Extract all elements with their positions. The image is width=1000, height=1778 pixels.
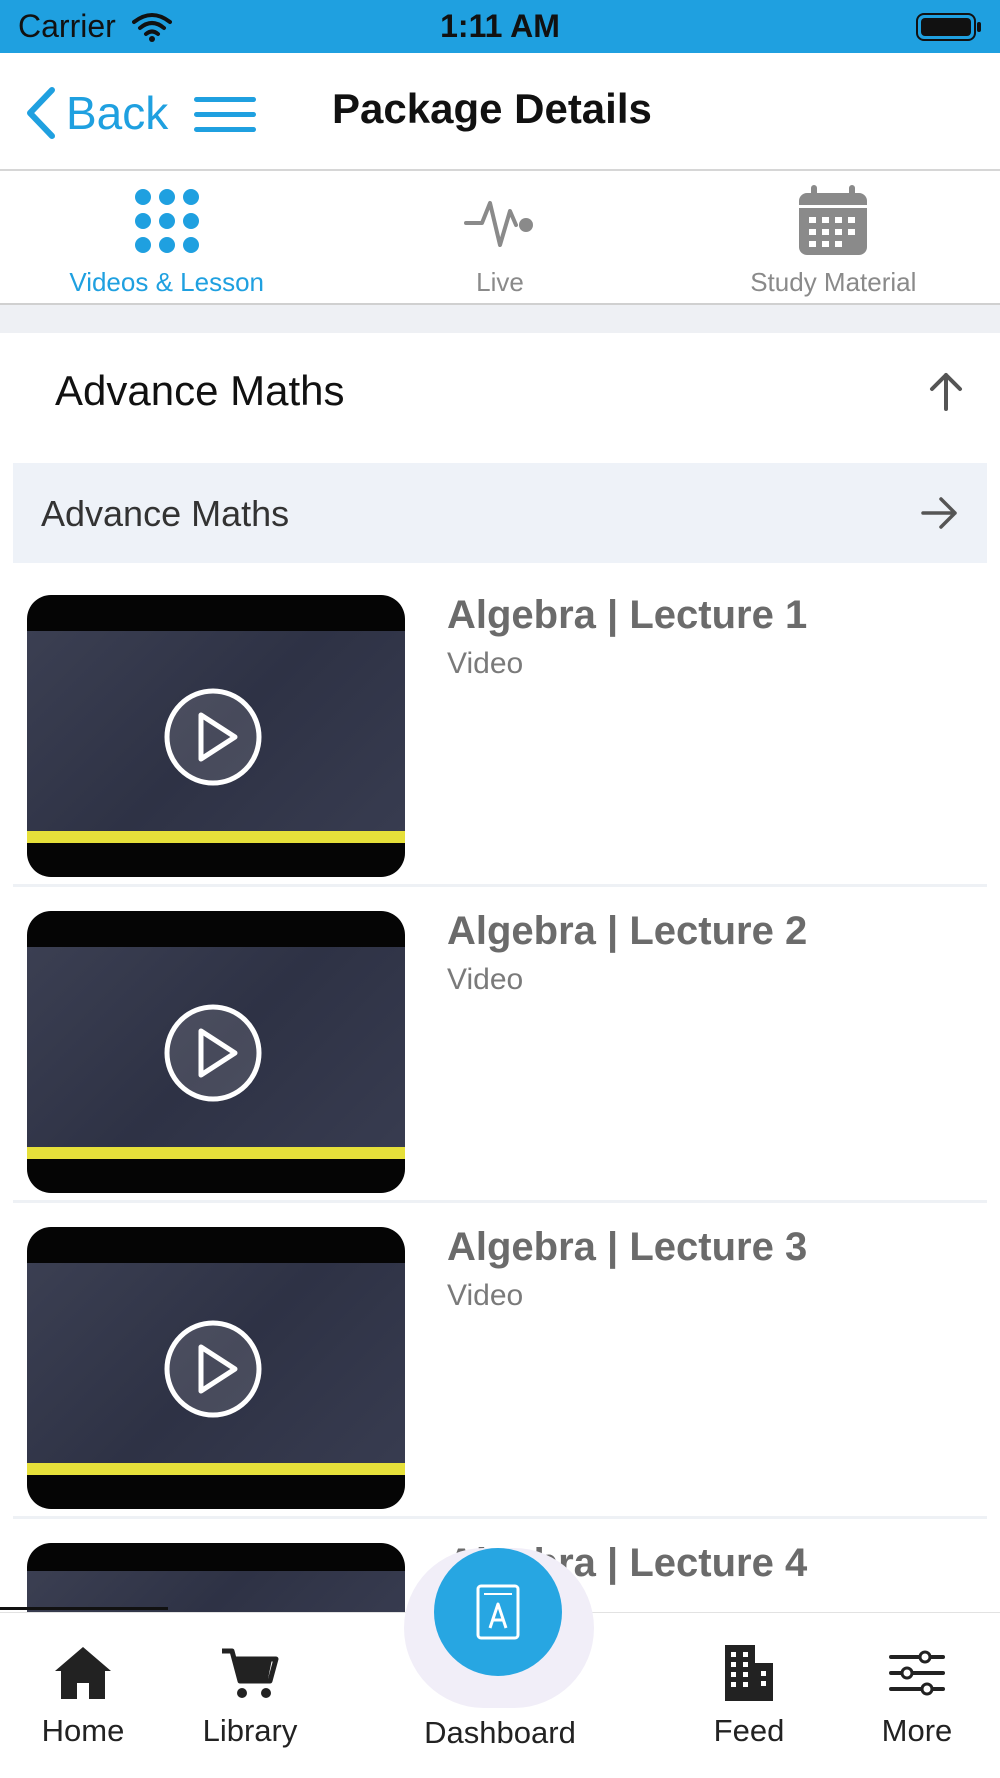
tab-videos-lesson[interactable]: Videos & Lesson (0, 171, 333, 303)
bottom-nav-label: Feed (713, 1713, 785, 1748)
book-icon (476, 1584, 520, 1640)
bottom-nav-label: Library (202, 1713, 298, 1748)
home-indicator-line (0, 1607, 168, 1610)
lecture-title: Algebra | Lecture 2 (447, 909, 808, 953)
bottom-nav-feed[interactable]: Feed (669, 1613, 829, 1778)
lecture-type: Video (447, 647, 524, 680)
bottom-nav-label: Home (41, 1713, 125, 1748)
pulse-icon (463, 201, 533, 247)
play-icon[interactable] (163, 1319, 263, 1419)
bottom-nav-more[interactable]: More (837, 1613, 997, 1778)
page-title: Package Details (332, 85, 652, 132)
grid-dots-icon (134, 189, 199, 253)
bottom-nav-label: More (881, 1713, 953, 1748)
section-title: Advance Maths (55, 367, 345, 414)
subsection-title: Advance Maths (41, 493, 290, 534)
thumbnail-ticker (27, 1463, 405, 1475)
bottom-nav-library[interactable]: Library (170, 1613, 330, 1778)
battery-icon (916, 13, 981, 41)
home-icon (55, 1647, 111, 1699)
dashboard-button[interactable] (434, 1548, 562, 1676)
subsection-row[interactable]: Advance Maths (13, 463, 987, 563)
video-thumbnail[interactable] (27, 911, 405, 1193)
lecture-item[interactable]: Algebra | Lecture 3 Video (13, 1203, 987, 1519)
chevron-left-icon (27, 87, 55, 139)
content-tabs: Videos & Lesson Live Study Material (0, 171, 1000, 305)
sliders-icon (889, 1650, 945, 1696)
bottom-nav-label: Dashboard (424, 1715, 576, 1750)
navigation-bar: Back Package Details (0, 53, 1000, 171)
building-icon (725, 1645, 773, 1701)
status-time: 1:11 AM (440, 8, 560, 44)
tab-label: Videos & Lesson (69, 267, 264, 297)
lecture-type: Video (447, 1279, 524, 1312)
thumbnail-ticker (27, 831, 405, 843)
cart-icon (222, 1648, 279, 1698)
tab-label: Live (476, 267, 524, 297)
video-thumbnail[interactable] (27, 595, 405, 877)
tab-live[interactable]: Live (333, 171, 666, 303)
tab-label: Study Material (750, 267, 917, 297)
arrow-up-icon[interactable] (924, 369, 968, 413)
arrow-right-icon (921, 497, 957, 529)
tab-study-material[interactable]: Study Material (667, 171, 1000, 303)
status-bar: Carrier 1:11 AM (0, 0, 1000, 53)
lecture-item[interactable]: Algebra | Lecture 2 Video (13, 887, 987, 1203)
back-button[interactable]: Back (22, 83, 168, 143)
play-icon[interactable] (163, 1003, 263, 1103)
calendar-icon (799, 185, 868, 255)
play-icon[interactable] (163, 687, 263, 787)
thumbnail-ticker (27, 1147, 405, 1159)
video-thumbnail[interactable] (27, 1227, 405, 1509)
hamburger-menu-icon[interactable] (194, 95, 256, 135)
lecture-item[interactable]: Algebra | Lecture 1 Video (13, 571, 987, 887)
section-divider (0, 305, 1000, 333)
section-header[interactable]: Advance Maths (0, 333, 1000, 463)
lecture-type: Video (447, 963, 524, 996)
lecture-title: Algebra | Lecture 3 (447, 1225, 808, 1269)
back-label: Back (66, 87, 169, 139)
lecture-title: Algebra | Lecture 1 (447, 593, 808, 637)
bottom-nav-home[interactable]: Home (3, 1613, 163, 1778)
